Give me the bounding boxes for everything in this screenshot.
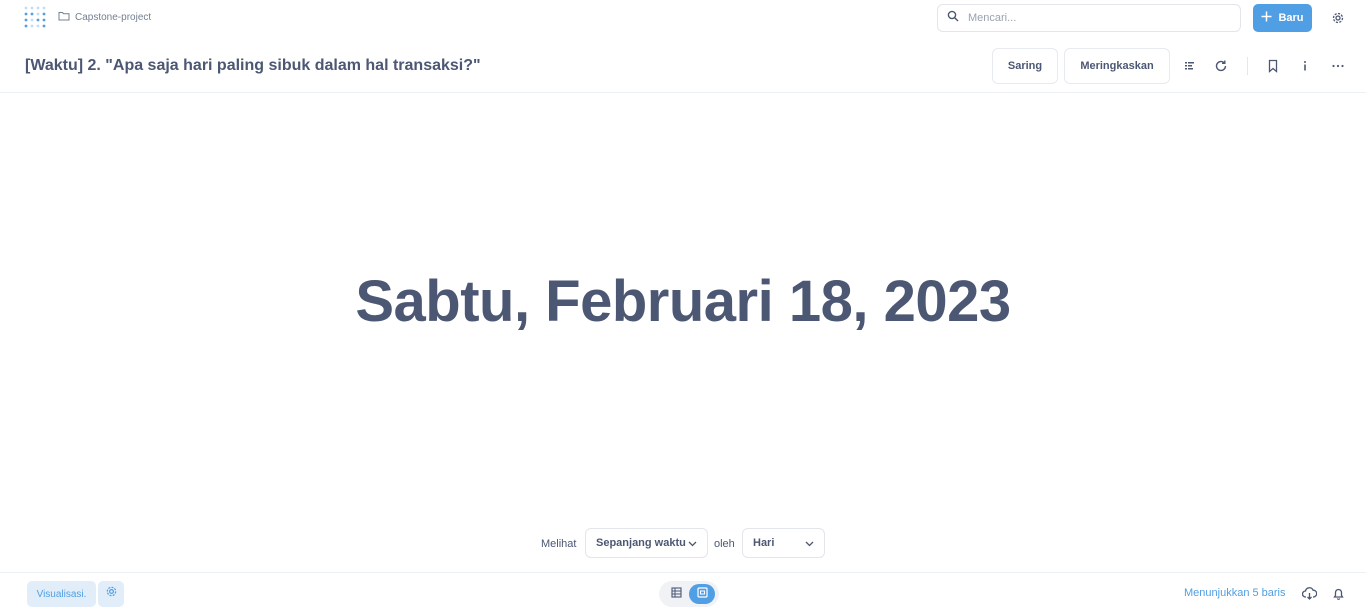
refresh-icon[interactable] xyxy=(1214,59,1228,73)
notebook-editor-icon[interactable] xyxy=(1183,59,1197,73)
number-icon xyxy=(696,585,708,603)
chevron-down-icon xyxy=(688,541,697,547)
search-input[interactable] xyxy=(968,12,1218,24)
visualization-button[interactable]: Visualisasi. xyxy=(27,581,96,607)
table-view-toggle[interactable] xyxy=(666,584,686,604)
new-button[interactable]: Baru xyxy=(1253,4,1312,32)
breadcrumb-collection[interactable]: Capstone-project xyxy=(75,12,151,23)
bell-icon[interactable] xyxy=(1331,586,1346,601)
chart-view-toggle[interactable] xyxy=(689,584,715,604)
info-icon[interactable] xyxy=(1298,59,1312,73)
search-bar[interactable] xyxy=(937,4,1241,32)
breadcrumb[interactable]: Capstone-project xyxy=(58,10,151,25)
visualization-settings-button[interactable] xyxy=(98,581,124,607)
search-icon xyxy=(947,9,959,27)
time-range-value: Sepanjang waktu xyxy=(596,537,686,549)
question-title[interactable]: [Waktu] 2. "Apa saja hari paling sibuk d… xyxy=(25,57,481,75)
header-divider xyxy=(1247,57,1248,75)
visualization-button-label: Visualisasi. xyxy=(36,588,87,600)
new-button-label: Baru xyxy=(1278,12,1304,24)
download-icon[interactable] xyxy=(1301,586,1318,601)
metabase-logo-icon[interactable] xyxy=(24,6,46,30)
top-nav: Capstone-project Baru xyxy=(0,0,1366,37)
summarize-button[interactable]: Meringkaskan xyxy=(1064,48,1170,84)
question-header: [Waktu] 2. "Apa saja hari paling sibuk d… xyxy=(0,37,1366,93)
chevron-down-icon xyxy=(805,541,814,547)
more-options-icon[interactable] xyxy=(1331,59,1345,73)
filter-button-label: Saring xyxy=(1007,60,1043,72)
time-range-select[interactable]: Sepanjang waktu xyxy=(585,528,708,558)
granularity-value: Hari xyxy=(753,537,775,549)
granularity-select[interactable]: Hari xyxy=(742,528,825,558)
by-label: oleh xyxy=(714,538,735,550)
summarize-button-label: Meringkaskan xyxy=(1080,60,1154,72)
view-label: Melihat xyxy=(541,538,577,550)
scalar-value[interactable]: Sabtu, Februari 18, 2023 xyxy=(0,268,1366,335)
gear-icon[interactable] xyxy=(1331,11,1345,25)
filter-button[interactable]: Saring xyxy=(992,48,1058,84)
bookmark-icon[interactable] xyxy=(1266,59,1280,73)
view-footer: Visualisasi. Menunjukkan 5 baris xyxy=(0,572,1366,613)
gear-icon xyxy=(105,585,118,603)
row-count[interactable]: Menunjukkan 5 baris xyxy=(1184,587,1286,599)
view-toggle[interactable] xyxy=(659,581,719,607)
folder-icon xyxy=(58,10,70,25)
time-filter-row: Melihat Sepanjang waktu oleh Hari xyxy=(0,528,1366,558)
plus-icon xyxy=(1261,11,1272,25)
table-icon xyxy=(670,585,682,603)
